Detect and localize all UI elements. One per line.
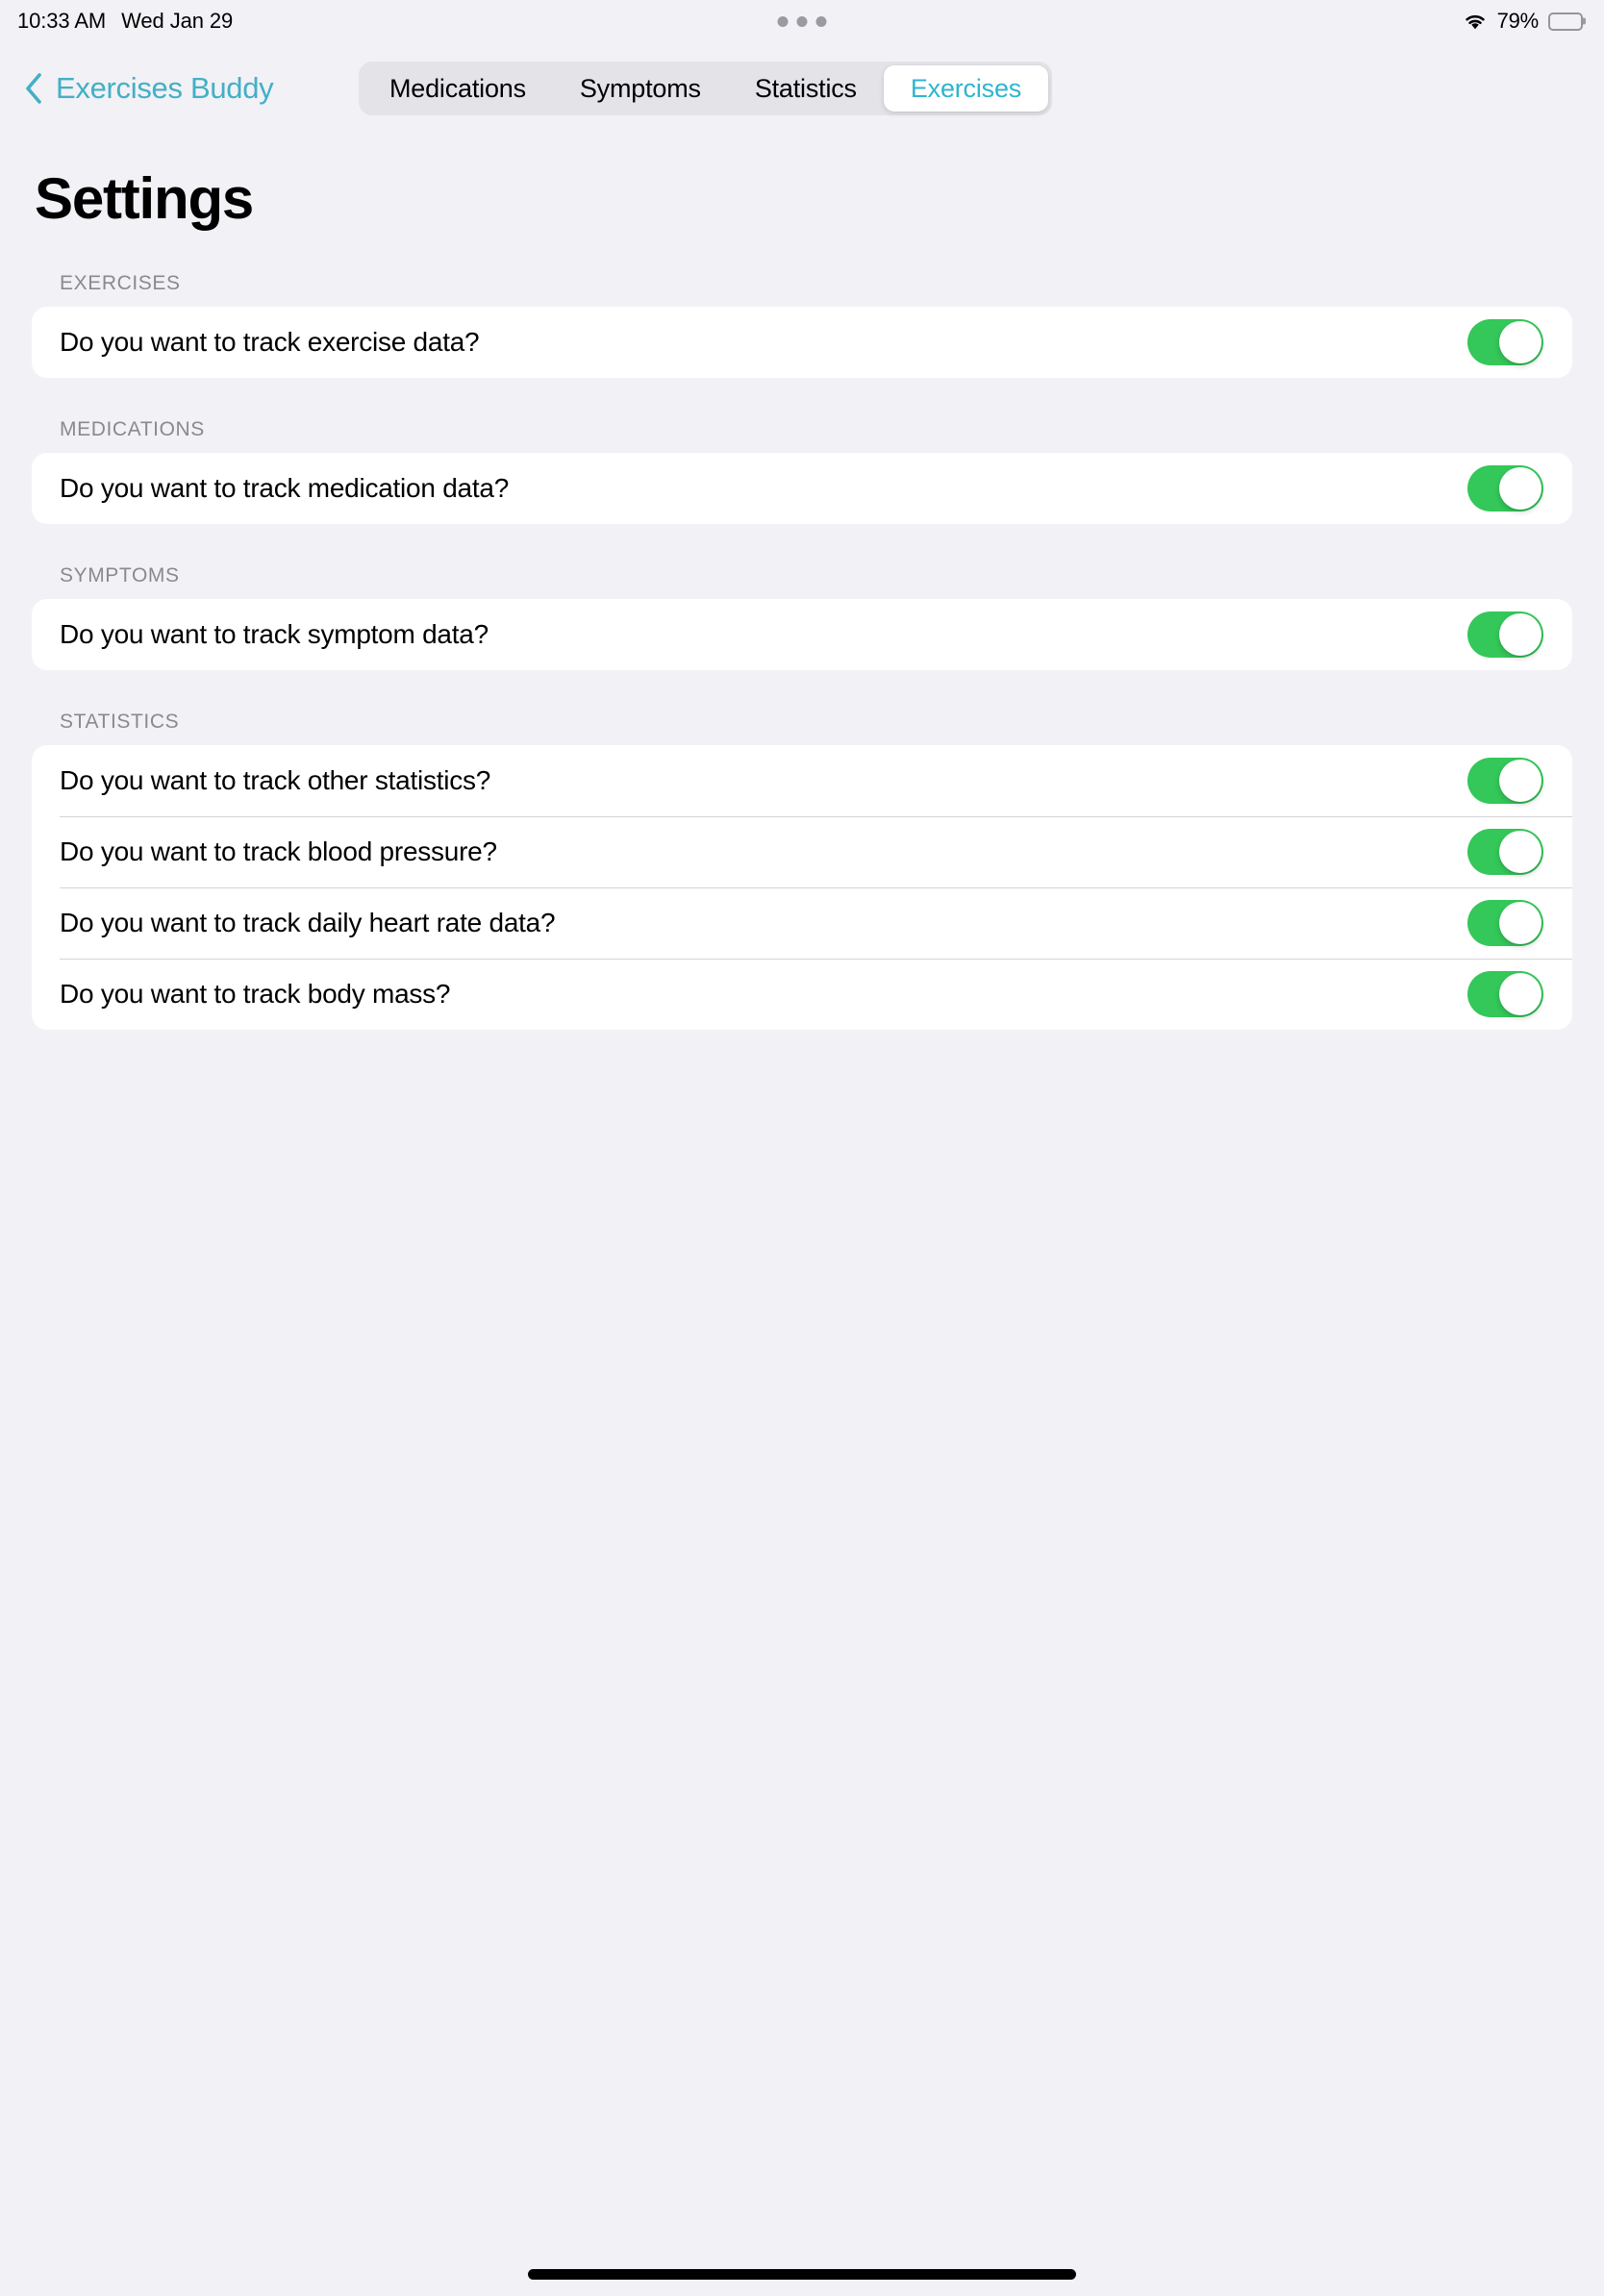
settings-row[interactable]: Do you want to track other statistics?: [32, 745, 1572, 816]
toggle-knob: [1499, 902, 1541, 944]
settings-section: SYMPTOMS Do you want to track symptom dat…: [0, 564, 1604, 670]
settings-row[interactable]: Do you want to track symptom data?: [32, 599, 1572, 670]
settings-row-label: Do you want to track medication data?: [60, 473, 510, 503]
status-time: 10:33 AM: [17, 9, 107, 33]
tab-label: Statistics: [754, 73, 857, 103]
battery-icon: [1548, 12, 1583, 31]
tab-exercises[interactable]: Exercises: [883, 65, 1049, 112]
settings-section: STATISTICS Do you want to track other sta…: [0, 711, 1604, 1030]
dot-icon: [796, 15, 808, 27]
section-header: EXERCISES: [60, 272, 181, 294]
battery-percent-label: 79%: [1496, 9, 1540, 33]
settings-sections: EXERCISES Do you want to track exercise d…: [0, 272, 1604, 1030]
back-button[interactable]: Exercises Buddy: [25, 71, 274, 106]
back-button-label: Exercises Buddy: [56, 71, 274, 105]
settings-row-label: Do you want to track other statistics?: [60, 765, 491, 795]
toggle-knob: [1499, 467, 1541, 510]
settings-card: Do you want to track exercise data?: [32, 307, 1572, 378]
settings-card: Do you want to track other statistics? Do…: [32, 745, 1572, 1030]
status-bar-left: 10:33 AM Wed Jan 29: [17, 9, 233, 34]
app-screen: 10:33 AM Wed Jan 29 79% Exercises Buddy …: [0, 0, 1604, 2296]
settings-content: Settings EXERCISES Do you want to track e…: [0, 135, 1604, 1030]
settings-row[interactable]: Do you want to track medication data?: [32, 453, 1572, 524]
wifi-icon: [1463, 12, 1488, 31]
settings-row-label: Do you want to track daily heart rate da…: [60, 908, 556, 937]
settings-toggle[interactable]: [1467, 971, 1543, 1017]
toggle-knob: [1499, 613, 1541, 656]
settings-row[interactable]: Do you want to track exercise data?: [32, 307, 1572, 378]
section-header: STATISTICS: [60, 711, 180, 733]
multitasking-dots-icon[interactable]: [777, 15, 827, 27]
status-date: Wed Jan 29: [121, 9, 234, 33]
status-bar-right: 79%: [1463, 9, 1583, 34]
dot-icon: [777, 15, 789, 27]
settings-row[interactable]: Do you want to track blood pressure?: [32, 816, 1572, 887]
settings-card: Do you want to track symptom data?: [32, 599, 1572, 670]
segmented-control[interactable]: Medications Symptoms Statistics Exercises: [359, 62, 1053, 115]
tab-label: Medications: [389, 73, 526, 103]
navigation-bar: Exercises Buddy Medications Symptoms Stati…: [0, 42, 1604, 135]
settings-row-label: Do you want to track exercise data?: [60, 327, 480, 357]
dot-icon: [815, 15, 827, 27]
status-bar: 10:33 AM Wed Jan 29 79%: [0, 0, 1604, 42]
settings-row-label: Do you want to track symptom data?: [60, 619, 489, 649]
settings-toggle[interactable]: [1467, 465, 1543, 512]
chevron-left-icon: [25, 73, 42, 104]
settings-toggle[interactable]: [1467, 829, 1543, 875]
home-indicator[interactable]: [528, 2269, 1076, 2280]
settings-row[interactable]: Do you want to track daily heart rate da…: [32, 887, 1572, 959]
settings-toggle[interactable]: [1467, 758, 1543, 804]
toggle-knob: [1499, 831, 1541, 873]
section-header: SYMPTOMS: [60, 564, 180, 586]
settings-row-label: Do you want to track blood pressure?: [60, 836, 497, 866]
settings-toggle[interactable]: [1467, 900, 1543, 946]
settings-section: EXERCISES Do you want to track exercise d…: [0, 272, 1604, 378]
toggle-knob: [1499, 973, 1541, 1015]
tab-symptoms[interactable]: Symptoms: [553, 65, 728, 112]
settings-toggle[interactable]: [1467, 319, 1543, 365]
toggle-knob: [1499, 321, 1541, 363]
tab-label: Symptoms: [579, 73, 701, 103]
section-header: MEDICATIONS: [60, 418, 205, 440]
tab-label: Exercises: [910, 73, 1022, 103]
tab-medications[interactable]: Medications: [363, 65, 553, 112]
settings-section: MEDICATIONS Do you want to track medicati…: [0, 418, 1604, 524]
settings-row[interactable]: Do you want to track body mass?: [32, 959, 1572, 1030]
settings-toggle[interactable]: [1467, 611, 1543, 658]
page-title: Settings: [35, 166, 254, 231]
settings-card: Do you want to track medication data?: [32, 453, 1572, 524]
settings-row-label: Do you want to track body mass?: [60, 979, 451, 1009]
toggle-knob: [1499, 760, 1541, 802]
tab-statistics[interactable]: Statistics: [728, 65, 884, 112]
